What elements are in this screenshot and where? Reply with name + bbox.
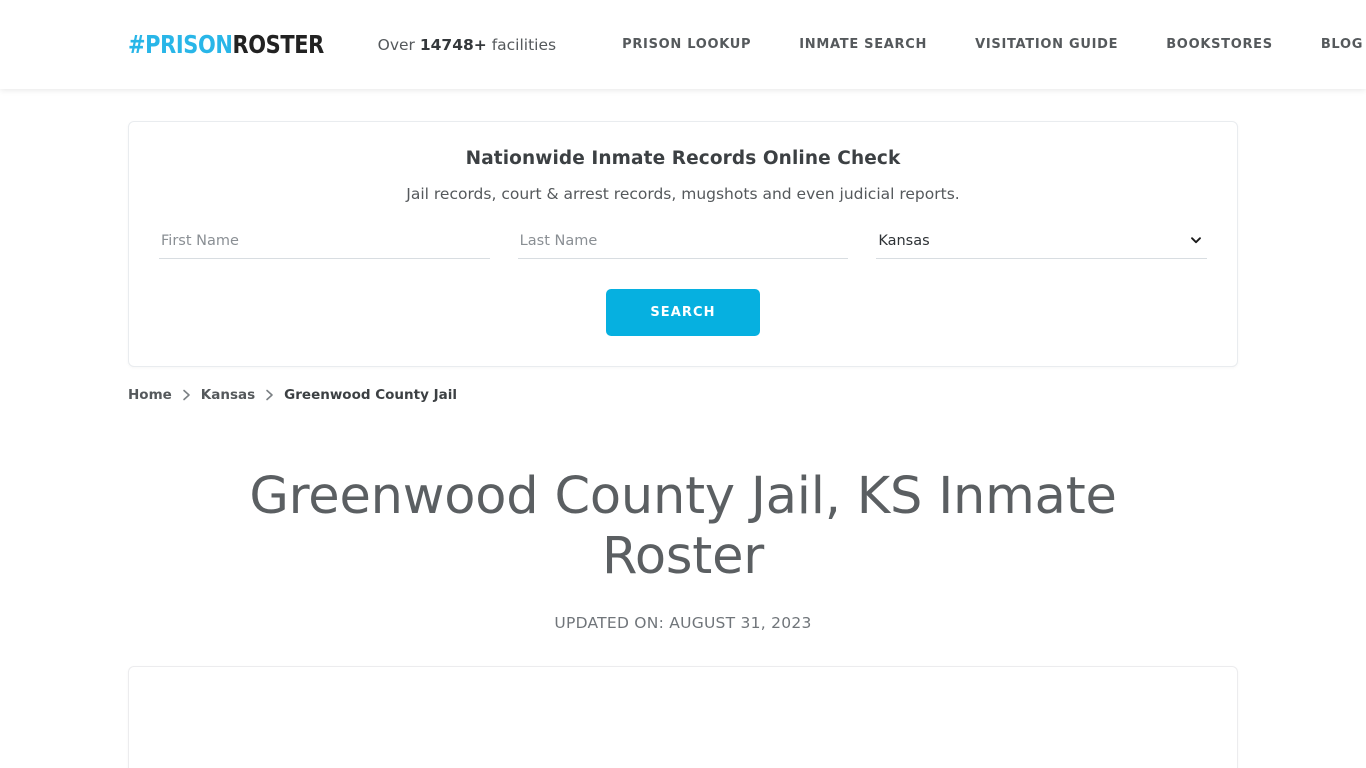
- breadcrumb-home[interactable]: Home: [128, 387, 172, 403]
- first-name-input[interactable]: [159, 229, 490, 259]
- first-name-field: [159, 229, 490, 259]
- page-wrapper: Nationwide Inmate Records Online Check J…: [128, 121, 1238, 768]
- nav-item-inmate-search[interactable]: INMATE SEARCH: [775, 37, 951, 52]
- last-name-input[interactable]: [517, 229, 849, 259]
- inmate-search-form: AlabamaAlaskaArizonaArkansasCaliforniaCo…: [159, 229, 1208, 259]
- breadcrumb-state[interactable]: Kansas: [201, 387, 255, 403]
- nav-item-prison-lookup[interactable]: PRISON LOOKUP: [598, 37, 775, 52]
- main-navigation: PRISON LOOKUP INMATE SEARCH VISITATION G…: [598, 37, 1366, 52]
- nav-item-bookstores[interactable]: BOOKSTORES: [1142, 37, 1297, 52]
- logo-prison-text: PRISON: [145, 30, 233, 59]
- inmate-search-card: Nationwide Inmate Records Online Check J…: [128, 121, 1238, 367]
- page-title: Greenwood County Jail, KS Inmate Roster: [249, 467, 1117, 586]
- facilities-number: 14748+: [419, 35, 487, 54]
- last-name-field: [517, 229, 849, 259]
- state-select[interactable]: AlabamaAlaskaArizonaArkansasCaliforniaCo…: [876, 229, 1208, 259]
- facilities-prefix: Over: [377, 35, 420, 54]
- breadcrumb-separator-icon-2: [255, 389, 284, 401]
- updated-on-label: UPDATED ON: AUGUST 31, 2023: [554, 614, 812, 632]
- facilities-count: Over 14748+ facilities: [378, 36, 556, 54]
- search-button[interactable]: SEARCH: [606, 289, 760, 336]
- breadcrumb-current: Greenwood County Jail: [284, 387, 457, 403]
- site-header: #PRISONROSTER Over 14748+ facilities PRI…: [0, 0, 1366, 89]
- state-select-field: AlabamaAlaskaArizonaArkansasCaliforniaCo…: [876, 229, 1208, 259]
- breadcrumb: Home Kansas Greenwood County Jail: [128, 387, 1238, 403]
- site-logo[interactable]: #PRISONROSTER: [128, 30, 324, 59]
- search-card-subtitle: Jail records, court & arrest records, mu…: [406, 185, 960, 203]
- nav-item-visitation-guide[interactable]: VISITATION GUIDE: [951, 37, 1142, 52]
- search-button-row: SEARCH: [159, 289, 1207, 336]
- logo-hash: #: [128, 30, 146, 59]
- logo-roster-text: ROSTER: [232, 30, 324, 59]
- header-inner: #PRISONROSTER Over 14748+ facilities PRI…: [128, 0, 1362, 89]
- breadcrumb-separator-icon: [172, 389, 201, 401]
- roster-content-card: [128, 666, 1238, 768]
- facilities-suffix: facilities: [486, 35, 557, 54]
- search-card-title: Nationwide Inmate Records Online Check: [465, 148, 901, 169]
- nav-item-blog[interactable]: BLOG: [1297, 37, 1366, 52]
